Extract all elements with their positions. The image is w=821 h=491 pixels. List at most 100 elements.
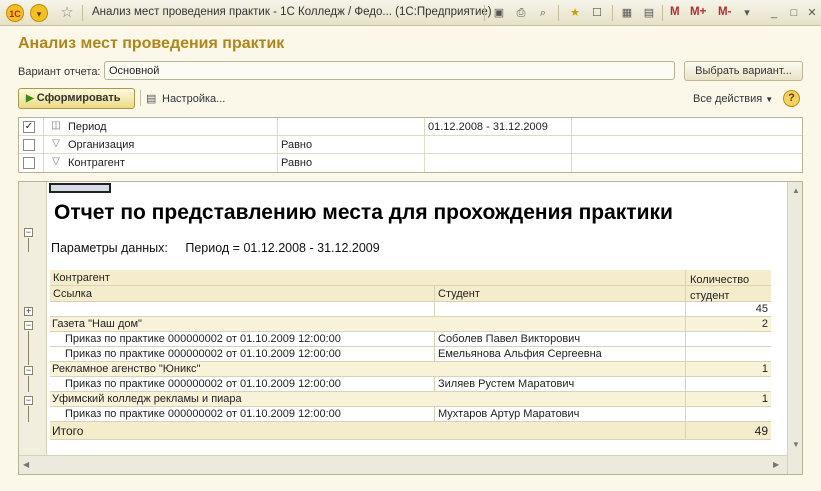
report-title: Отчет по представлению места для прохожд… <box>54 201 673 224</box>
table-row[interactable]: 45 <box>50 302 771 317</box>
m-button[interactable]: M <box>670 6 680 18</box>
col-divider <box>685 392 686 406</box>
setting-label: Организация <box>68 139 135 151</box>
organization-checkbox[interactable] <box>23 139 35 151</box>
separator <box>558 5 559 21</box>
row-student: Мухтаров Артур Маратович <box>438 408 580 420</box>
dropdown-icon[interactable]: ▾ <box>738 4 756 22</box>
window-titlebar: 1C ▾ ☆ Анализ мест проведения практик - … <box>0 0 821 26</box>
cell-cursor <box>49 183 111 193</box>
help-icon[interactable]: ? <box>783 90 800 107</box>
counterparty-checkbox[interactable] <box>23 157 35 169</box>
header-counterparty: Контрагент <box>53 272 110 284</box>
variant-label: Вариант отчета: <box>18 66 101 78</box>
m-minus-button[interactable]: M- <box>718 6 731 18</box>
total-count: 45 <box>755 303 768 315</box>
calendar-icon[interactable]: ▤ <box>640 4 658 22</box>
chevron-down-icon: ▼ <box>765 95 774 104</box>
setting-op[interactable]: Равно <box>281 157 312 169</box>
period-checkbox[interactable]: ✓ <box>23 121 35 133</box>
all-actions-button[interactable]: Все действия ▼ <box>693 93 773 105</box>
row-link: Приказ по практике 000000002 от 01.10.20… <box>65 408 341 420</box>
row-student: Емельянова Альфия Сергеевна <box>438 348 602 360</box>
m-plus-button[interactable]: M+ <box>690 6 706 18</box>
collapse-icon[interactable]: − <box>24 396 33 405</box>
tree-line <box>28 376 29 392</box>
favorite-star-icon[interactable]: ☆ <box>58 4 76 22</box>
settings-icon[interactable]: ▤ <box>146 92 156 105</box>
settings-button[interactable]: Настройка... <box>162 93 225 105</box>
col-divider <box>434 347 435 361</box>
minimize-icon[interactable]: _ <box>765 4 783 22</box>
group-row[interactable]: Уфимский колледж рекламы и пиара 1 <box>50 392 771 407</box>
print-icon[interactable]: ⎙ <box>512 4 530 22</box>
save-icon[interactable]: ▣ <box>490 4 508 22</box>
bookmark-icon[interactable]: ☐ <box>588 4 606 22</box>
table-row[interactable]: Приказ по практике 000000002 от 01.10.20… <box>50 347 771 362</box>
separator <box>140 90 141 106</box>
horizontal-scrollbar[interactable]: ◀ ▶ <box>19 455 787 474</box>
col-divider <box>434 286 435 301</box>
settings-row-period[interactable]: ✓ ◫ Период 01.12.2008 - 31.12.2009 <box>19 118 802 136</box>
params-value: Период = 01.12.2008 - 31.12.2009 <box>185 241 380 255</box>
col-divider <box>685 270 686 285</box>
table-row[interactable]: Приказ по практике 000000002 от 01.10.20… <box>50 332 771 347</box>
row-link: Приказ по практике 000000002 от 01.10.20… <box>65 333 341 345</box>
maximize-icon[interactable]: □ <box>785 4 803 22</box>
row-student: Соболев Павел Викторович <box>438 333 581 345</box>
settings-grid: ✓ ◫ Период 01.12.2008 - 31.12.2009 ▽ Орг… <box>18 117 803 173</box>
col-divider <box>685 332 686 346</box>
scroll-left-icon[interactable]: ◀ <box>23 460 29 469</box>
scroll-up-icon[interactable]: ▲ <box>792 186 800 195</box>
collapse-icon[interactable]: − <box>24 321 33 330</box>
group-name: Газета "Наш дом" <box>52 318 142 330</box>
group-name: Рекламное агенство "Юникс" <box>52 363 201 375</box>
scroll-right-icon[interactable]: ▶ <box>773 460 779 469</box>
col-divider <box>685 362 686 376</box>
window-title: Анализ мест проведения практик - 1С Колл… <box>92 6 492 18</box>
collapse-icon[interactable]: − <box>24 228 33 237</box>
collapse-icon[interactable]: − <box>24 366 33 375</box>
app-logo-icon[interactable]: 1C <box>6 4 24 22</box>
header-count: Количество студент <box>690 274 750 302</box>
variant-field[interactable]: Основной <box>104 61 675 80</box>
choose-variant-button[interactable]: Выбрать вариант... <box>684 61 803 81</box>
form-title: Анализ мест проведения практик <box>18 35 285 52</box>
settings-row-counterparty[interactable]: ▽ Контрагент Равно <box>19 154 802 172</box>
col-divider <box>434 377 435 391</box>
scroll-down-icon[interactable]: ▼ <box>792 440 800 449</box>
generate-button[interactable]: ▶ Сформировать <box>18 88 135 109</box>
vertical-scrollbar[interactable]: ▲ ▼ <box>787 182 802 474</box>
setting-value[interactable]: 01.12.2008 - 31.12.2009 <box>428 121 548 133</box>
calculator-icon[interactable]: ▦ <box>618 4 636 22</box>
group-row[interactable]: Газета "Наш дом" 2 <box>50 317 771 332</box>
total-label: Итого <box>52 424 84 438</box>
preview-icon[interactable]: ⌕ <box>534 4 552 22</box>
col-divider <box>685 347 686 361</box>
report-area[interactable]: − + − − − Отчет по представлению места д… <box>18 181 803 475</box>
grouping-gutter: − + − − − <box>19 182 47 455</box>
settings-row-organization[interactable]: ▽ Организация Равно <box>19 136 802 154</box>
table-header-row: Контрагент <box>50 270 771 286</box>
setting-op[interactable]: Равно <box>281 139 312 151</box>
table-row[interactable]: Приказ по практике 000000002 от 01.10.20… <box>50 407 771 422</box>
params-label: Параметры данных: <box>51 241 168 255</box>
expand-icon[interactable]: + <box>24 307 33 316</box>
header-student: Студент <box>438 288 480 300</box>
total-row[interactable]: Итого 49 <box>50 422 771 440</box>
col-divider <box>685 377 686 391</box>
separator <box>484 5 485 21</box>
col-divider <box>685 302 686 316</box>
main-menu-icon[interactable]: ▾ <box>30 4 48 22</box>
table-row[interactable]: Приказ по практике 000000002 от 01.10.20… <box>50 377 771 392</box>
col-divider <box>685 407 686 421</box>
tree-line <box>28 406 29 422</box>
close-icon[interactable]: ✕ <box>803 4 821 22</box>
group-count: 2 <box>761 318 768 330</box>
variant-value: Основной <box>109 65 160 77</box>
play-icon: ▶ <box>26 93 34 104</box>
setting-label: Период <box>68 121 107 133</box>
add-favorite-icon[interactable]: ★ <box>566 4 584 22</box>
row-student: Зиляев Рустем Маратович <box>438 378 575 390</box>
group-row[interactable]: Рекламное агенство "Юникс" 1 <box>50 362 771 377</box>
